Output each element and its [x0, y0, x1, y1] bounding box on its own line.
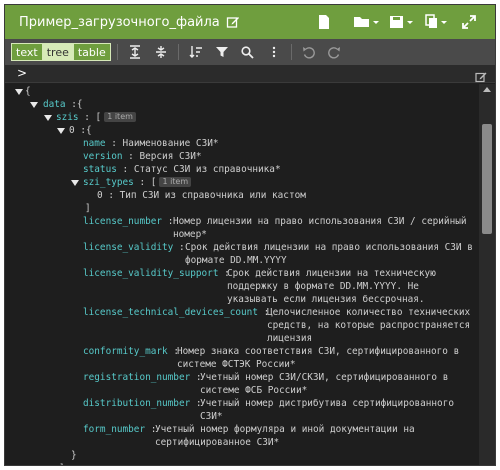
tree-row-license-validity-support[interactable]: license_validity_support : [83, 267, 230, 280]
tree-row-status[interactable]: status : Статус СЗИ из справочника* [83, 163, 281, 176]
collapse-all-icon[interactable] [150, 42, 172, 62]
mode-table[interactable]: table [72, 44, 110, 60]
separator [116, 44, 118, 60]
folder-open-icon[interactable] [353, 13, 379, 31]
tree-row-license-technical-devices-count[interactable]: license_technical_devices_count : [83, 306, 269, 319]
item-count-badge: 1 item [159, 177, 192, 187]
mode-switcher: text tree table [11, 43, 111, 61]
key-conformity-mark: conformity_mark [83, 346, 168, 357]
key-szi-types: szi_types [83, 177, 134, 188]
value-license-validity-support: Срок действия лицензии на техническую по… [227, 268, 436, 305]
collapse-toggle-icon[interactable] [44, 115, 52, 121]
value-version: Версия СЗИ* [139, 151, 202, 162]
value-license-technical-devices-count: Целочисленное количество технических сре… [267, 307, 471, 344]
tree-row-license-validity[interactable]: license_validity : [83, 241, 185, 254]
collapse-toggle-icon[interactable] [57, 128, 65, 134]
toolbar: text tree table [5, 39, 495, 65]
array-close: ] [85, 203, 91, 214]
sort-icon[interactable] [185, 42, 207, 62]
tree-row-szi-types-0[interactable]: 0 : Тип СЗИ из справочника или кастом [97, 189, 306, 202]
key-version: version [83, 151, 123, 162]
brace: { [76, 99, 83, 110]
value-conformity-mark: Номер знака соответствия СЗИ, сертифицир… [177, 346, 460, 370]
collapse-toggle-icon[interactable] [30, 102, 38, 108]
scroll-thumb[interactable] [482, 124, 492, 234]
file-icon[interactable] [317, 13, 343, 31]
bracket: [ [95, 112, 102, 123]
editor-window: Пример_загрузочного_файла text tree tabl… [4, 4, 496, 466]
key-szis: szis [56, 112, 79, 123]
tree-row-registration-number[interactable]: registration_number : [83, 371, 202, 384]
tree-view: { data :{ szis : [1 item 0 :{ name : Наи… [5, 84, 479, 465]
separator [290, 44, 292, 60]
key-license-number: license_number [83, 216, 163, 227]
value-license-number: Номер лицензии на право использования СЗ… [173, 216, 467, 240]
separator [177, 44, 179, 60]
value-status: Статус СЗИ из справочника* [133, 164, 281, 175]
mode-tree[interactable]: tree [41, 44, 73, 60]
more-menu-icon[interactable] [263, 42, 285, 62]
scroll-up-icon[interactable] [483, 87, 491, 92]
save-icon[interactable] [389, 13, 415, 31]
tree-row-form-number[interactable]: form_number : [83, 423, 156, 436]
brace: { [85, 125, 92, 136]
tree-row-data[interactable]: data :{ [43, 98, 83, 111]
undo-icon[interactable] [298, 42, 320, 62]
value-registration-number: Учетный номер СЗИ/СКЗИ, сертифицированно… [200, 372, 449, 396]
colon: : [178, 242, 185, 253]
filter-icon[interactable] [211, 42, 233, 62]
key-data: data [43, 99, 66, 110]
key-status: status [83, 164, 117, 175]
tree-row-version[interactable]: version : Версия СЗИ* [83, 150, 202, 163]
navigation-bar: > [5, 65, 495, 83]
object-close: } [71, 450, 77, 461]
value-szi-type: Тип СЗИ из справочника или кастом [119, 190, 306, 201]
index-0: 0 [69, 125, 75, 136]
copy-icon[interactable] [425, 13, 451, 31]
value-distribution-number: Учетный номер дистрибутива сертифицирова… [200, 398, 454, 422]
path-chevron-icon[interactable]: > [17, 66, 27, 80]
tree-row-szis[interactable]: szis : [1 item [56, 111, 136, 124]
array-close: ] [59, 463, 65, 465]
key-distribution-number: distribution_number [83, 398, 191, 409]
key-license-validity: license_validity [83, 242, 174, 253]
collapse-toggle-icon[interactable] [15, 89, 23, 95]
redo-icon[interactable] [324, 42, 346, 62]
file-title: Пример_загрузочного_файла [19, 14, 220, 30]
tree-row-conformity-mark[interactable]: conformity_mark : [83, 345, 179, 358]
search-icon[interactable] [237, 42, 259, 62]
expand-icon[interactable] [461, 13, 487, 31]
key-form-number: form_number [83, 424, 146, 435]
bracket: [ [150, 177, 157, 188]
tree-row-license-number[interactable]: license_number : [83, 215, 173, 228]
mode-text[interactable]: text [12, 44, 42, 60]
collapse-toggle-icon[interactable] [71, 180, 79, 186]
edit-title-icon[interactable] [226, 15, 240, 29]
vertical-scrollbar[interactable] [479, 84, 495, 465]
tree-row-name[interactable]: name : Наименование СЗИ* [83, 137, 219, 150]
value-form-number: Учетный номер формуляра и иной документа… [155, 424, 415, 448]
root-brace: { [25, 86, 31, 97]
item-count-badge: 1 item [104, 112, 136, 122]
value-name: Наименование СЗИ* [122, 138, 219, 149]
value-license-validity: Срок действия лицензии на право использо… [185, 242, 473, 266]
colon: : [128, 151, 134, 162]
key-name: name [83, 138, 106, 149]
key-registration-number: registration_number [83, 372, 191, 383]
expand-all-icon[interactable] [124, 42, 146, 62]
index-0: 0 [97, 190, 103, 201]
title-bar: Пример_загрузочного_файла [5, 5, 495, 39]
key-license-validity-support: license_validity_support [83, 268, 219, 279]
key-license-technical-devices-count: license_technical_devices_count [83, 307, 258, 318]
tree-row-item-0[interactable]: 0 :{ [69, 124, 92, 137]
tree-row-szi-types[interactable]: szi_types : [1 item [83, 176, 192, 189]
tree-row-distribution-number[interactable]: distribution_number : [83, 397, 202, 410]
